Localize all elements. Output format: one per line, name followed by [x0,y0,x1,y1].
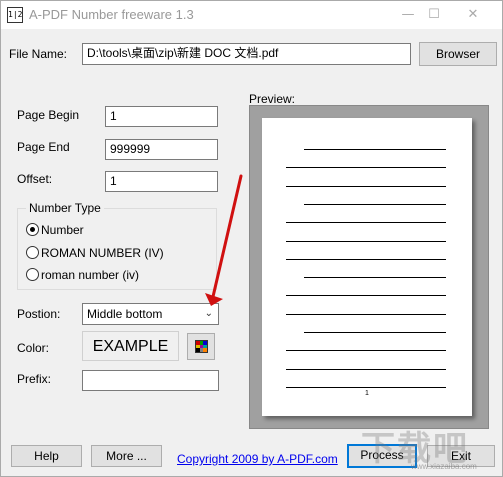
page-begin-input[interactable]: 1 [105,106,218,127]
preview-text-line [286,368,446,370]
window-title: A-PDF Number freeware 1.3 [29,7,194,22]
chevron-down-icon[interactable]: ⌄ [205,304,213,324]
app-icon: 1|2 [7,7,23,23]
color-label: Color: [17,341,50,355]
radio-roman-lower-label: roman number (iv) [41,268,140,282]
browse-button[interactable]: Browser [419,42,497,66]
page-end-label: Page End [17,140,70,154]
preview-text-line [286,350,446,352]
position-selected-value: Middle bottom [87,307,163,321]
radio-roman-upper-label: ROMAN NUMBER (IV) [41,246,164,260]
radio-button[interactable] [26,246,39,259]
radio-button[interactable] [26,268,39,281]
prefix-input[interactable] [82,370,219,391]
page-end-input[interactable]: 999999 [105,139,218,160]
preview-text-line [286,313,446,315]
position-select[interactable]: Middle bottom ⌄ [82,303,219,325]
radio-number[interactable]: Number [26,223,84,237]
preview-text-line [286,222,446,224]
color-example: EXAMPLE [82,331,179,361]
preview-text-line [286,240,446,242]
preview-text-line [286,185,446,187]
maximize-button[interactable]: ☐ [417,1,451,29]
title-bar: 1|2 A-PDF Number freeware 1.3 — ☐ ✕ [1,1,502,29]
preview-panel: 1 [249,105,489,429]
preview-text-line [286,386,446,388]
color-picker-button[interactable] [187,333,215,360]
radio-button-checked[interactable] [26,223,39,236]
preview-page: 1 [262,118,472,416]
offset-input[interactable]: 1 [105,171,218,192]
close-button[interactable]: ✕ [456,1,490,29]
palette-icon [195,340,208,353]
prefix-label: Prefix: [17,372,52,386]
palette-swatch [203,348,207,352]
preview-text-line [304,149,446,150]
position-label: Postion: [17,307,61,321]
preview-text-line [286,258,446,260]
preview-text-line [286,295,446,297]
radio-roman-lower[interactable]: roman number (iv) [26,268,139,282]
page-begin-label: Page Begin [17,108,80,122]
radio-roman-upper[interactable]: ROMAN NUMBER (IV) [26,246,164,260]
watermark-url: www.xiazaiba.com [411,462,477,471]
more-button[interactable]: More ... [91,445,162,467]
number-type-title: Number Type [26,201,104,215]
preview-text-line [304,332,446,333]
preview-label: Preview: [249,92,296,106]
preview-text-line [286,167,446,169]
number-type-group: Number Type Number ROMAN NUMBER (IV) rom… [17,201,217,290]
app-window: 1|2 A-PDF Number freeware 1.3 — ☐ ✕ File… [0,0,503,477]
offset-label: Offset: [17,172,53,186]
file-name-input[interactable]: D:\tools\桌面\zip\新建 DOC 文档.pdf [82,43,411,65]
file-name-label: File Name: [9,47,68,61]
copyright-link[interactable]: Copyright 2009 by A-PDF.com [177,452,338,466]
help-button[interactable]: Help [11,445,82,467]
preview-text-line [304,203,446,205]
preview-text-line [304,277,446,279]
radio-number-label: Number [41,223,84,237]
preview-page-number: 1 [365,390,369,397]
